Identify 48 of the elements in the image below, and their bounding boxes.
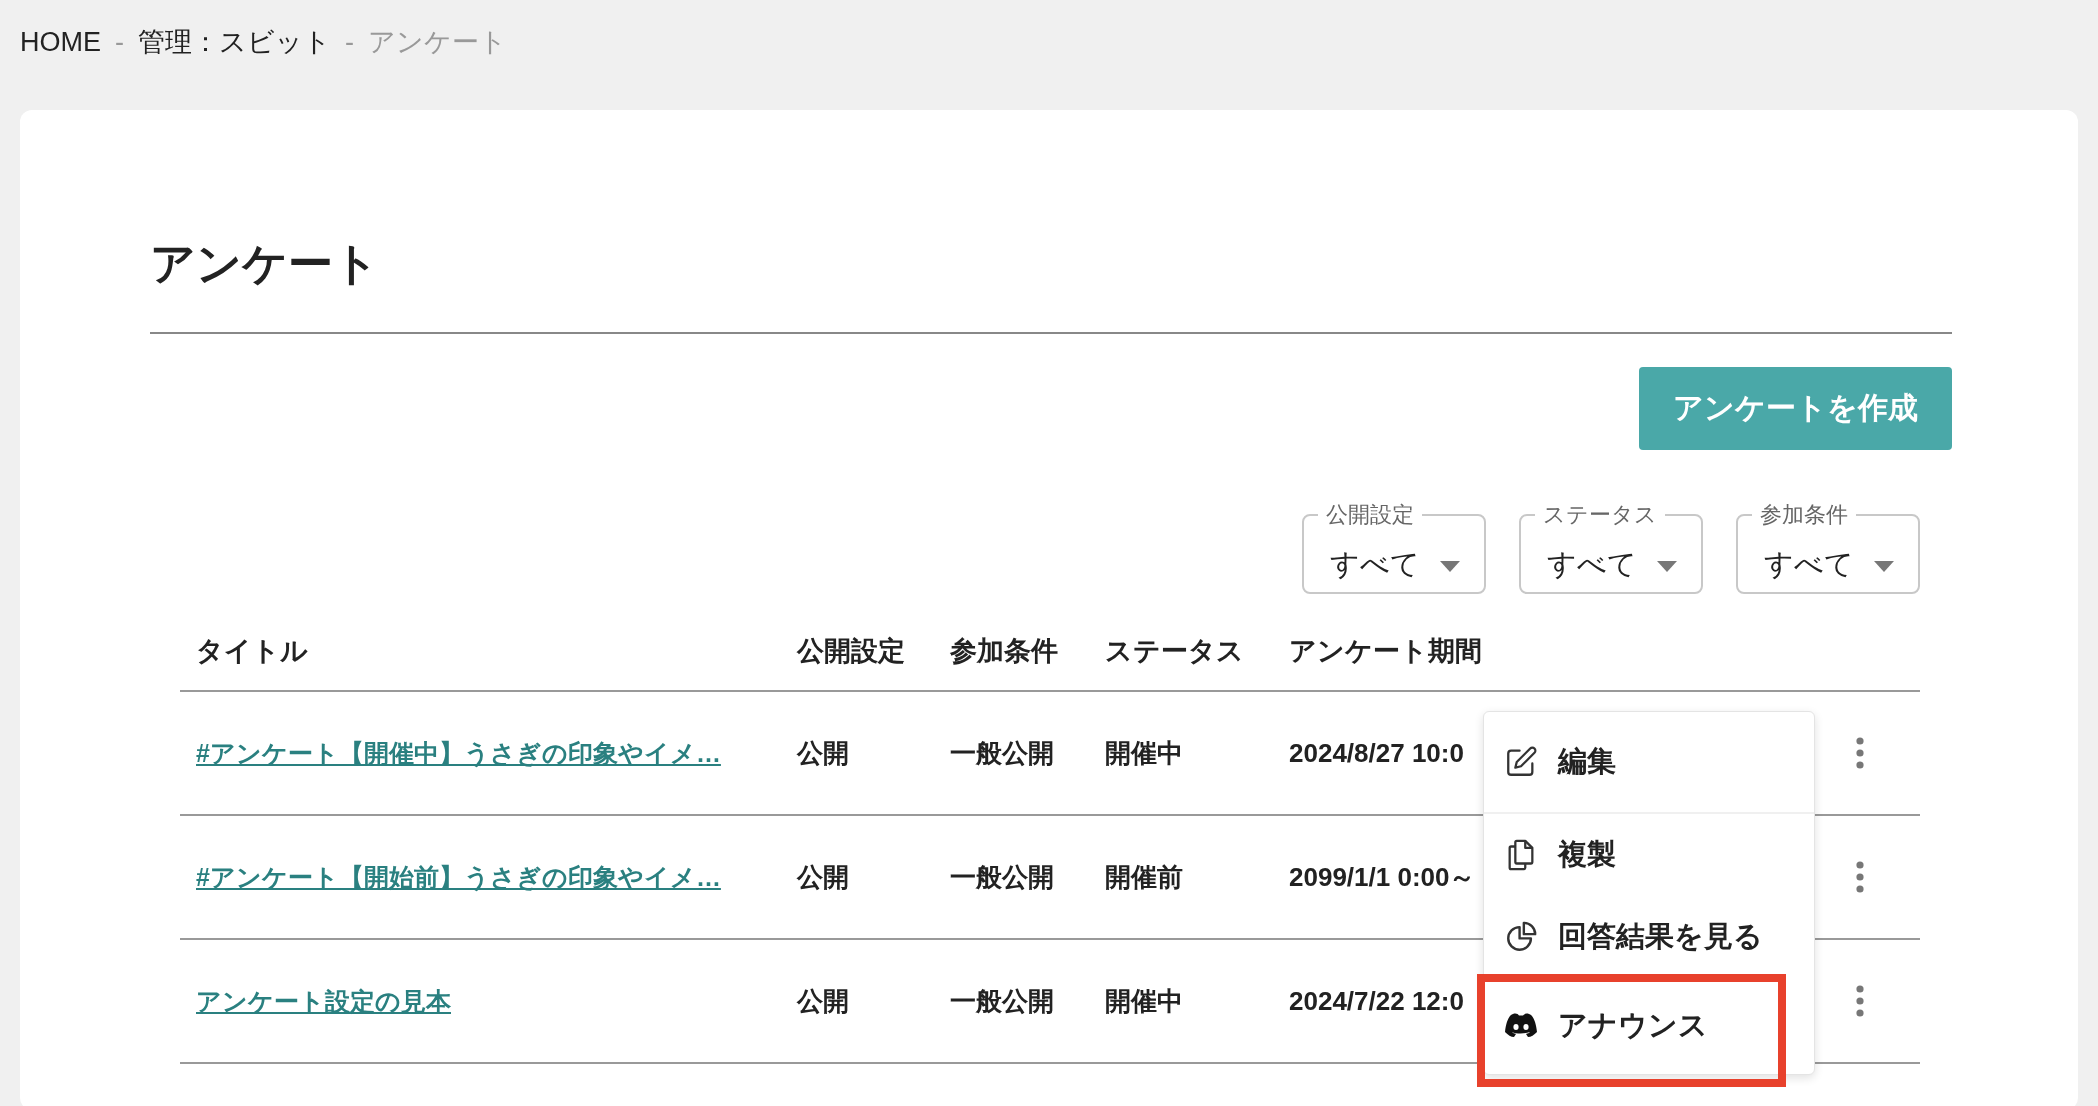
breadcrumb-separator: - xyxy=(115,26,124,58)
more-options-icon xyxy=(1855,984,1865,1018)
column-header: タイトル xyxy=(196,635,308,668)
table-cell-text: 公開 xyxy=(797,860,849,894)
breadcrumb-link[interactable]: HOME xyxy=(20,26,101,58)
survey-title-link[interactable]: #アンケート【開始前】うさぎの印象やイメ… xyxy=(196,860,721,894)
pencil-icon xyxy=(1504,745,1538,779)
dropdown-arrow-icon xyxy=(1874,561,1894,572)
menu-item[interactable]: 編集 xyxy=(1484,712,1814,814)
column-header: 公開設定 xyxy=(797,635,905,668)
table-cell-text: 開催中 xyxy=(1105,984,1183,1018)
menu-item[interactable]: 複製 xyxy=(1484,814,1814,896)
column-header: 参加条件 xyxy=(950,635,1058,668)
menu-item[interactable]: 回答結果を見る xyxy=(1484,896,1814,978)
controller-icon xyxy=(1504,1013,1538,1039)
filter-value: すべて xyxy=(1764,547,1854,582)
table-cell-text: 公開 xyxy=(797,984,849,1018)
menu-item[interactable]: アナウンス xyxy=(1484,978,1814,1074)
page-title: アンケート xyxy=(150,234,1952,334)
more-options-icon xyxy=(1855,860,1865,894)
table-cell-text: 一般公開 xyxy=(950,984,1054,1018)
table-cell-text: 開催前 xyxy=(1105,860,1183,894)
filter-label: 公開設定 xyxy=(1325,502,1415,528)
survey-title-link[interactable]: #アンケート【開催中】うさぎの印象やイメ… xyxy=(196,736,721,770)
breadcrumb-link[interactable]: 管理：スビット xyxy=(138,24,331,60)
filter-select[interactable]: 参加条件 すべて xyxy=(1736,502,1920,594)
column-header: ステータス xyxy=(1105,635,1244,668)
filter-label: ステータス xyxy=(1542,502,1658,528)
filter-value: すべて xyxy=(1547,547,1637,582)
table-cell-text: 公開 xyxy=(797,736,849,770)
dropdown-arrow-icon xyxy=(1440,561,1460,572)
table-cell-text: 一般公開 xyxy=(950,860,1054,894)
table-cell: 2024/8/27 10:0 xyxy=(1289,737,1464,769)
breadcrumb-separator: - xyxy=(345,26,354,58)
survey-title-link[interactable]: アンケート設定の見本 xyxy=(196,984,451,1018)
pie-chart-icon xyxy=(1504,920,1538,954)
table-cell: 2024/7/22 12:0 xyxy=(1289,985,1464,1017)
filter-select[interactable]: 公開設定 すべて xyxy=(1302,502,1486,594)
table-cell-text: 開催中 xyxy=(1105,736,1183,770)
filter-select[interactable]: ステータス すべて xyxy=(1519,502,1703,594)
more-options-icon xyxy=(1855,736,1865,770)
dropdown-arrow-icon xyxy=(1657,561,1677,572)
table-cell-text: 2099/1/1 0:00～ xyxy=(1289,860,1476,894)
breadcrumb-current: アンケート xyxy=(368,26,507,59)
table-cell-text: 一般公開 xyxy=(950,736,1054,770)
filter-value: すべて xyxy=(1330,547,1420,582)
filter-label: 参加条件 xyxy=(1759,502,1849,528)
column-header: アンケート期間 xyxy=(1289,635,1482,668)
